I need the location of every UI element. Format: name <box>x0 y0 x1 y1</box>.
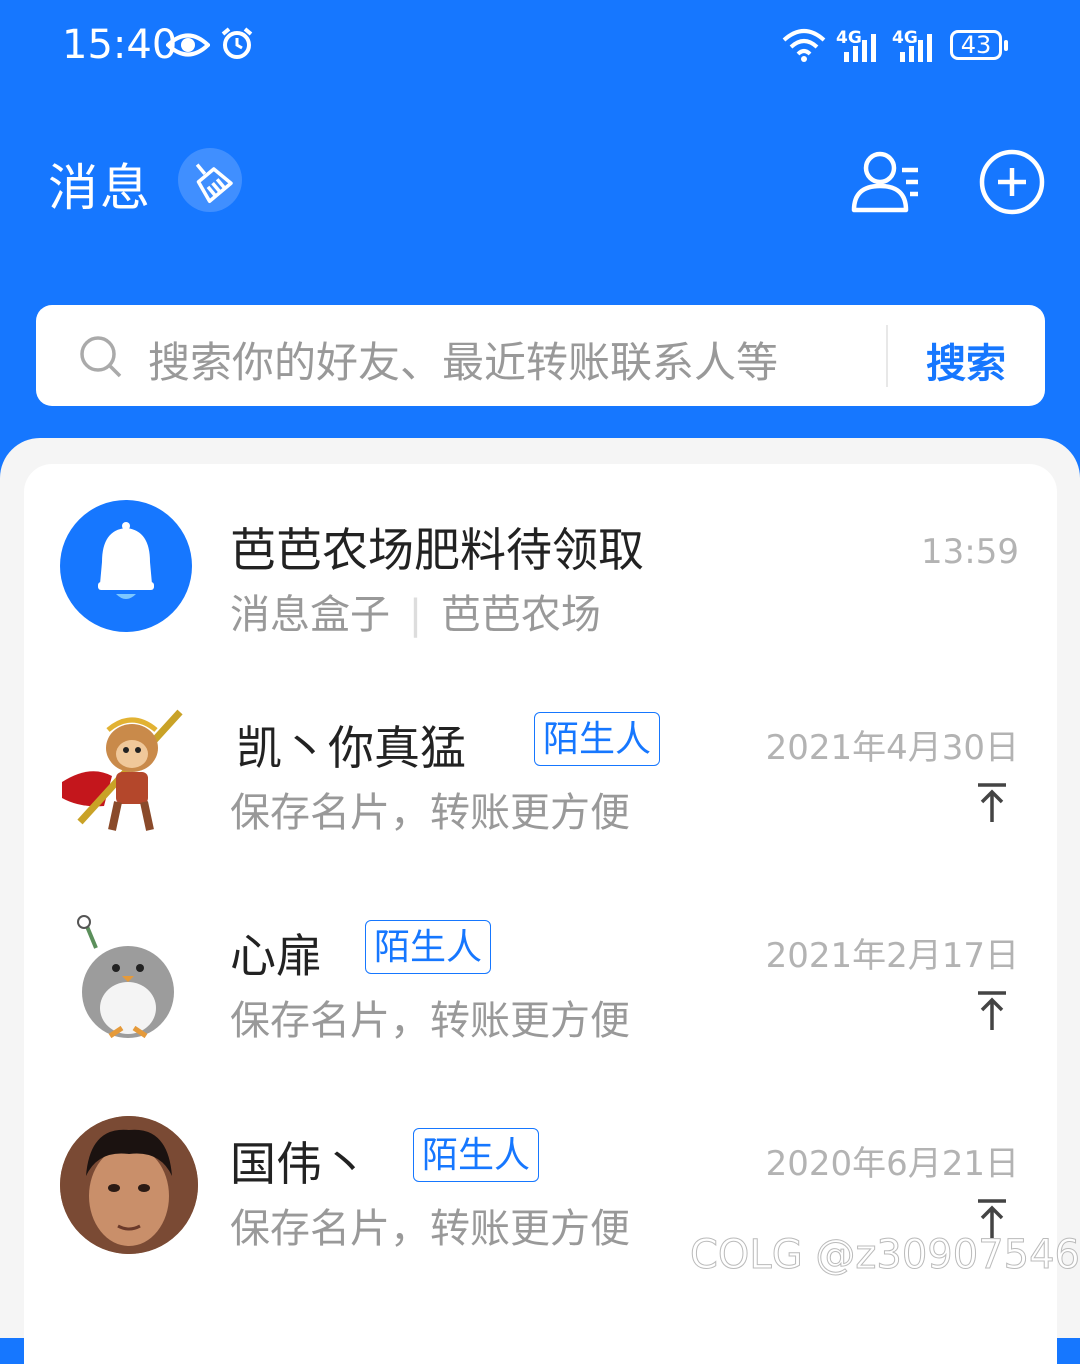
search-divider <box>886 325 888 387</box>
message-preview: 保存名片，转账更方便 <box>230 790 630 836</box>
watermark: COLG @z309075469 <box>689 1232 1080 1279</box>
broom-icon <box>195 163 233 204</box>
message-time: 2021年4月30日 <box>765 728 1019 768</box>
message-preview: 保存名片，转账更方便 <box>230 1206 630 1252</box>
stranger-tag: 陌生人 <box>534 712 661 766</box>
stranger-tag: 陌生人 <box>365 920 492 974</box>
clean-button[interactable] <box>178 148 242 212</box>
message-time: 13:59 <box>921 532 1019 572</box>
message-preview: 保存名片，转账更方便 <box>230 998 630 1044</box>
pin-top-icon[interactable] <box>974 990 1010 1032</box>
search-icon <box>80 336 122 378</box>
bell-icon <box>60 500 192 632</box>
search-input[interactable]: 搜索你的好友、最近转账联系人等 <box>148 329 778 390</box>
contact-name: 心扉 <box>230 929 322 983</box>
bird-avatar <box>60 910 194 1044</box>
eye-icon <box>166 33 210 57</box>
page-title: 消息 <box>48 159 152 217</box>
signal-icon-2 <box>900 34 932 62</box>
message-item-stranger[interactable]: 国伟丶 陌生人 保存名片，转账更方便 2020年6月21日 <box>24 1108 1057 1308</box>
contacts-icon <box>851 151 918 213</box>
message-item-notification[interactable]: 芭芭农场肥料待领取 消息盒子 | 芭芭农场 13:59 <box>24 484 1057 684</box>
signal-icon-1 <box>844 34 876 62</box>
contact-name: 国伟丶 <box>230 1137 368 1191</box>
wifi-icon <box>782 29 826 62</box>
message-source: 消息盒子 <box>230 592 390 638</box>
add-button[interactable] <box>978 148 1046 216</box>
contacts-button[interactable] <box>850 146 922 216</box>
status-bar: 15:40 4G 4G 43 <box>0 0 1080 92</box>
message-time: 2021年2月17日 <box>765 936 1019 976</box>
message-list: 芭芭农场肥料待领取 消息盒子 | 芭芭农场 13:59 凯丶你真猛 陌生人 保存… <box>24 464 1057 1364</box>
message-time: 2020年6月21日 <box>765 1144 1019 1184</box>
search-bar[interactable]: 搜索你的好友、最近转账联系人等 搜索 <box>36 305 1045 406</box>
message-item-stranger[interactable]: 凯丶你真猛 陌生人 保存名片，转账更方便 2021年4月30日 <box>24 692 1057 892</box>
stranger-tag: 陌生人 <box>413 1128 540 1182</box>
search-button[interactable]: 搜索 <box>926 331 1006 389</box>
pin-top-icon[interactable] <box>974 782 1010 824</box>
monkey-king-avatar <box>60 702 194 836</box>
status-time: 15:40 <box>62 22 178 68</box>
message-subtitle: 消息盒子 | 芭芭农场 <box>230 592 601 638</box>
plus-circle-icon <box>979 149 1045 215</box>
message-app: 芭芭农场 <box>440 592 601 638</box>
contact-name: 凯丶你真猛 <box>236 721 466 775</box>
message-title: 芭芭农场肥料待领取 <box>230 523 644 577</box>
message-item-stranger[interactable]: 心扉 陌生人 保存名片，转账更方便 2021年2月17日 <box>24 900 1057 1100</box>
photo-avatar <box>60 1116 198 1254</box>
battery-indicator: 43 <box>950 30 1008 60</box>
alarm-icon <box>221 27 253 59</box>
